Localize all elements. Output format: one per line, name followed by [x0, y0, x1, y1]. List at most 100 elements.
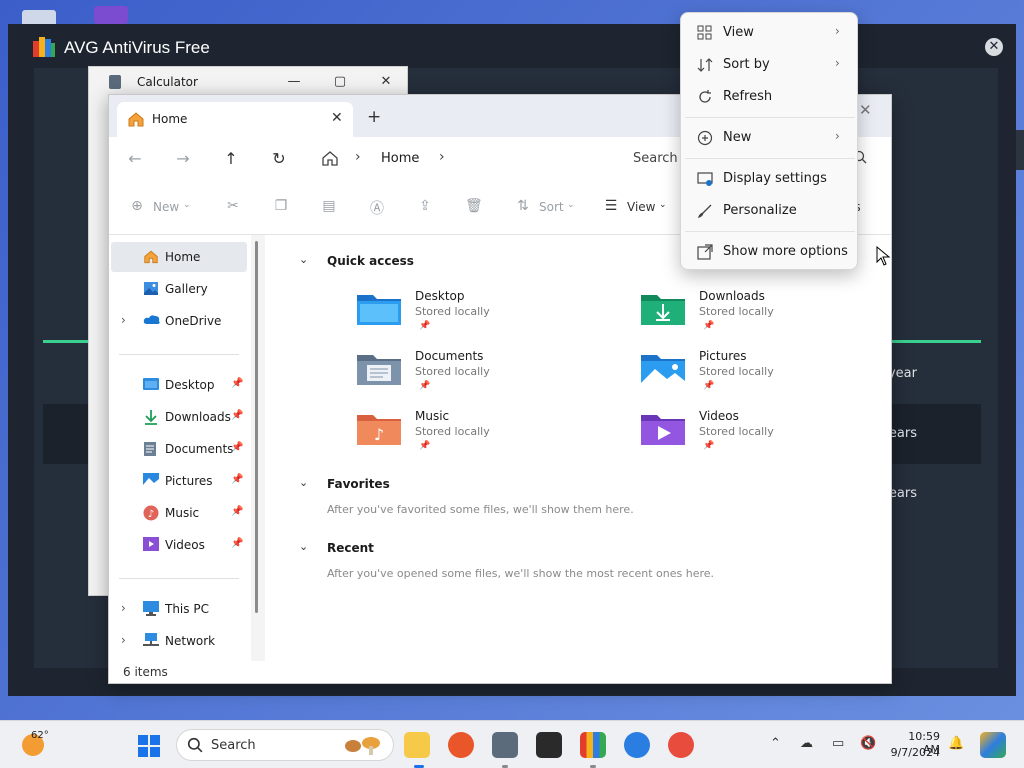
tab-home[interactable]: Home ✕	[117, 102, 353, 137]
chevron-down-icon: ⌄	[183, 200, 191, 210]
pin-icon[interactable]: 📌	[231, 538, 243, 549]
refresh-icon	[697, 89, 713, 105]
folder-tile[interactable]: ♪ Music Stored locally 📌	[357, 409, 617, 459]
new-tab-button[interactable]: +	[367, 107, 381, 127]
sidebar-item-pictures[interactable]: Pictures 📌	[111, 466, 247, 496]
taskbar-terminal-icon[interactable]	[536, 732, 562, 758]
context-menu-item-sort-by[interactable]: Sort by ›	[685, 49, 855, 81]
video-icon	[143, 537, 159, 554]
delete-icon[interactable]: 🗑	[465, 198, 483, 214]
sort-icon[interactable]: ⇅	[515, 198, 531, 214]
taskbar-avg-icon[interactable]	[580, 732, 606, 758]
rename-icon[interactable]: Ⓐ	[369, 198, 385, 217]
folder-tile[interactable]: Downloads Stored locally 📌	[641, 289, 901, 339]
pin-icon[interactable]: 📌	[231, 378, 243, 389]
chevron-down-icon[interactable]: ⌄	[299, 540, 308, 553]
folder-tile[interactable]: Pictures Stored locally 📌	[641, 349, 901, 399]
chevron-right-icon[interactable]: ›	[121, 601, 126, 615]
avg-title: AVG AntiVirus Free	[64, 38, 210, 57]
cut-icon[interactable]: ✂	[225, 198, 241, 214]
sidebar-item-documents[interactable]: Documents 📌	[111, 434, 247, 464]
view-icon[interactable]: ☰	[603, 198, 619, 214]
taskbar-calculator-icon[interactable]	[492, 732, 518, 758]
chevron-right-icon[interactable]: ›	[121, 313, 126, 327]
refresh-icon[interactable]: ↻	[269, 149, 289, 168]
home-outline-icon	[321, 150, 339, 169]
sidebar-item-videos[interactable]: Videos 📌	[111, 530, 247, 560]
breadcrumb[interactable]: Home	[381, 151, 419, 166]
copy-icon[interactable]: ❐	[273, 198, 289, 214]
context-menu-item-new[interactable]: New ›	[685, 122, 855, 154]
section-heading-recent[interactable]: Recent	[327, 541, 374, 555]
notification-bell-icon[interactable]: 🔔	[948, 736, 964, 751]
view-button[interactable]: View	[627, 200, 655, 214]
copilot-icon[interactable]	[980, 732, 1006, 758]
sidebar-item-onedrive[interactable]: › OneDrive	[111, 306, 247, 336]
address-bar[interactable]: › Home ›	[311, 142, 603, 174]
chevron-down-icon[interactable]: ⌄	[299, 476, 308, 489]
chevron-right-icon[interactable]: ›	[121, 633, 126, 647]
section-heading-quick-access[interactable]: Quick access	[327, 254, 414, 268]
taskbar-file-explorer-icon[interactable]	[404, 732, 430, 758]
sidebar-item-gallery[interactable]: Gallery	[111, 274, 247, 304]
download-arrow-icon	[143, 409, 159, 428]
desktop-shortcut-icon[interactable]	[94, 6, 128, 24]
context-menu-item-view[interactable]: View ›	[685, 17, 855, 49]
taskbar-chrome-icon[interactable]	[624, 732, 650, 758]
sort-button[interactable]: Sort	[539, 200, 564, 214]
up-arrow-icon[interactable]: ↑	[221, 149, 241, 168]
windows-start-icon[interactable]	[138, 735, 160, 760]
volume-muted-icon[interactable]: 🔇	[860, 736, 876, 751]
folder-name: Pictures	[699, 349, 747, 363]
sidebar-item-label: OneDrive	[165, 314, 222, 328]
context-menu-item-show-more-options[interactable]: Show more options	[685, 236, 855, 268]
taskbar-browser-icon[interactable]	[668, 732, 694, 758]
folder-tile[interactable]: Documents Stored locally 📌	[357, 349, 617, 399]
forward-arrow-icon[interactable]: →	[173, 149, 193, 168]
context-menu-label: Sort by	[723, 57, 770, 72]
onedrive-cloud-icon[interactable]: ☁	[800, 736, 813, 751]
sidebar-item-desktop[interactable]: Desktop 📌	[111, 370, 247, 400]
pin-icon[interactable]: 📌	[231, 474, 243, 485]
taskbar-search-box[interactable]: Search	[176, 729, 394, 761]
context-menu-item-personalize[interactable]: Personalize	[685, 195, 855, 227]
plus-circle-icon[interactable]: ⊕	[129, 198, 145, 214]
back-arrow-icon[interactable]: ←	[125, 149, 145, 168]
taskbar-firefox-icon[interactable]	[448, 732, 474, 758]
music-folder-icon: ♪	[357, 415, 401, 445]
sidebar-item-network[interactable]: › Network	[111, 626, 247, 656]
share-icon[interactable]: ⇪	[417, 198, 433, 214]
window-close-button[interactable]: ✕	[859, 101, 872, 119]
taskbar-clock-date[interactable]: 9/7/2024	[890, 746, 940, 759]
pin-icon[interactable]: 📌	[231, 410, 243, 421]
calculator-maximize-button[interactable]: ▢	[325, 71, 355, 93]
section-heading-favorites[interactable]: Favorites	[327, 477, 390, 491]
avg-close-button[interactable]: ✕	[985, 38, 1003, 56]
context-menu-label: New	[723, 130, 752, 145]
chevron-up-icon[interactable]: ⌃	[770, 736, 781, 751]
sidebar-item-home[interactable]: Home	[111, 242, 247, 272]
context-menu-item-refresh[interactable]: Refresh	[685, 81, 855, 113]
new-button[interactable]: New	[153, 200, 179, 214]
sidebar-item-label: Desktop	[165, 378, 215, 392]
sidebar-item-label: Gallery	[165, 282, 208, 296]
pin-icon: 📌	[703, 441, 715, 451]
calculator-close-button[interactable]: ✕	[371, 71, 401, 93]
svg-text:♪: ♪	[374, 425, 384, 444]
sidebar-item-downloads[interactable]: Downloads 📌	[111, 402, 247, 432]
chevron-down-icon[interactable]: ⌄	[299, 253, 308, 266]
context-menu-item-display-settings[interactable]: Display settings	[685, 163, 855, 195]
tab-close-button[interactable]: ✕	[331, 110, 343, 126]
pin-icon[interactable]: 📌	[231, 442, 243, 453]
folder-tile[interactable]: Videos Stored locally 📌	[641, 409, 901, 459]
pin-icon[interactable]: 📌	[231, 506, 243, 517]
sidebar-item-music[interactable]: ♪ Music 📌	[111, 498, 247, 528]
sidebar-item-this-pc[interactable]: › This PC	[111, 594, 247, 624]
chevron-right-icon[interactable]: ›	[439, 149, 445, 165]
paste-icon[interactable]: ▤	[321, 198, 337, 214]
calculator-minimize-button[interactable]: —	[279, 71, 309, 93]
weather-temperature[interactable]: 62°	[31, 730, 49, 741]
pin-icon: 📌	[419, 381, 431, 391]
folder-tile[interactable]: Desktop Stored locally 📌	[357, 289, 617, 339]
display-icon[interactable]: ▭	[832, 736, 844, 751]
